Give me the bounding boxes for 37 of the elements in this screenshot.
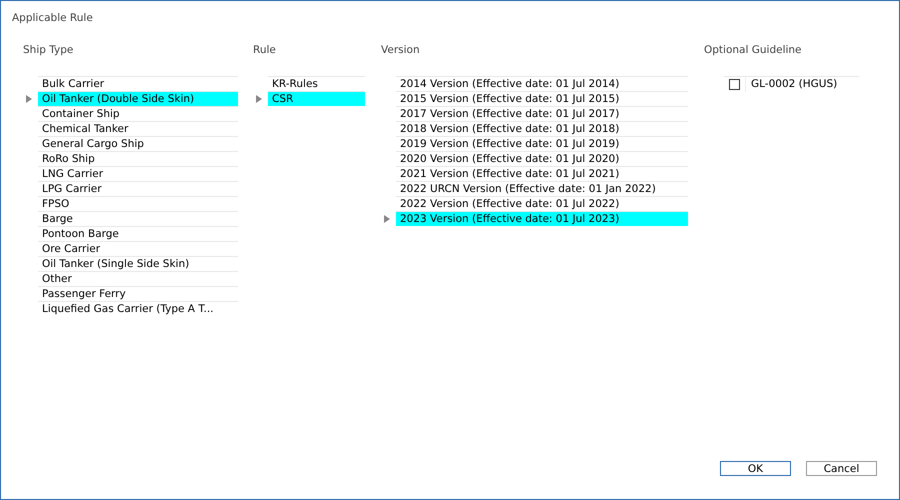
list-item[interactable]: RoRo Ship xyxy=(38,151,238,166)
list-item[interactable]: 2021 Version (Effective date: 01 Jul 2021) xyxy=(396,166,688,181)
list-item[interactable]: Passenger Ferry xyxy=(38,286,238,301)
guideline-label: GL-0002 (HGUS) xyxy=(750,77,838,92)
column-header: Ship Type xyxy=(23,44,74,58)
list-item[interactable]: 2023 Version (Effective date: 01 Jul 2023) xyxy=(396,211,688,226)
list-item[interactable]: Barge xyxy=(38,211,238,226)
list-item[interactable]: 2014 Version (Effective date: 01 Jul 2014) xyxy=(396,76,688,91)
list-item[interactable]: LPG Carrier xyxy=(38,181,238,196)
row-indicator-icon xyxy=(384,214,390,222)
column-header: Rule xyxy=(253,44,277,58)
list-item[interactable]: Container Ship xyxy=(38,106,238,121)
list-item[interactable]: 2022 URCN Version (Effective date: 01 Jan 2022) xyxy=(396,181,688,196)
column-header: Version xyxy=(381,44,421,58)
list-item[interactable]: 2017 Version (Effective date: 01 Jul 2017) xyxy=(396,106,688,121)
list-item[interactable]: 2019 Version (Effective date: 01 Jul 2019) xyxy=(396,136,688,151)
list-item[interactable]: Liquefied Gas Carrier (Type A T... xyxy=(38,301,238,316)
list-item[interactable]: Pontoon Barge xyxy=(38,226,238,241)
cancel-button[interactable]: Cancel xyxy=(806,461,877,476)
list-item[interactable]: Ore Carrier xyxy=(38,241,238,256)
list-item[interactable]: Chemical Tanker xyxy=(38,121,238,136)
checkbox[interactable] xyxy=(729,79,740,90)
list-item[interactable]: General Cargo Ship xyxy=(38,136,238,151)
list-item[interactable]: FPSO xyxy=(38,196,238,211)
window-title: Applicable Rule xyxy=(12,12,94,26)
list-item[interactable]: 2018 Version (Effective date: 01 Jul 2018) xyxy=(396,121,688,136)
list-item[interactable]: Other xyxy=(38,271,238,286)
ok-button[interactable]: OK xyxy=(720,461,791,476)
list-item[interactable]: 2015 Version (Effective date: 01 Jul 2015) xyxy=(396,91,688,106)
list-item[interactable]: 2020 Version (Effective date: 01 Jul 2020) xyxy=(396,151,688,166)
list-item[interactable]: Oil Tanker (Single Side Skin) xyxy=(38,256,238,271)
list-item[interactable]: Oil Tanker (Double Side Skin) xyxy=(38,91,238,106)
list-item[interactable]: CSR xyxy=(268,91,365,106)
row-indicator-icon xyxy=(26,94,32,102)
list-item[interactable]: LNG Carrier xyxy=(38,166,238,181)
row-indicator-icon xyxy=(256,94,262,102)
column-header: Optional Guideline xyxy=(704,44,803,58)
